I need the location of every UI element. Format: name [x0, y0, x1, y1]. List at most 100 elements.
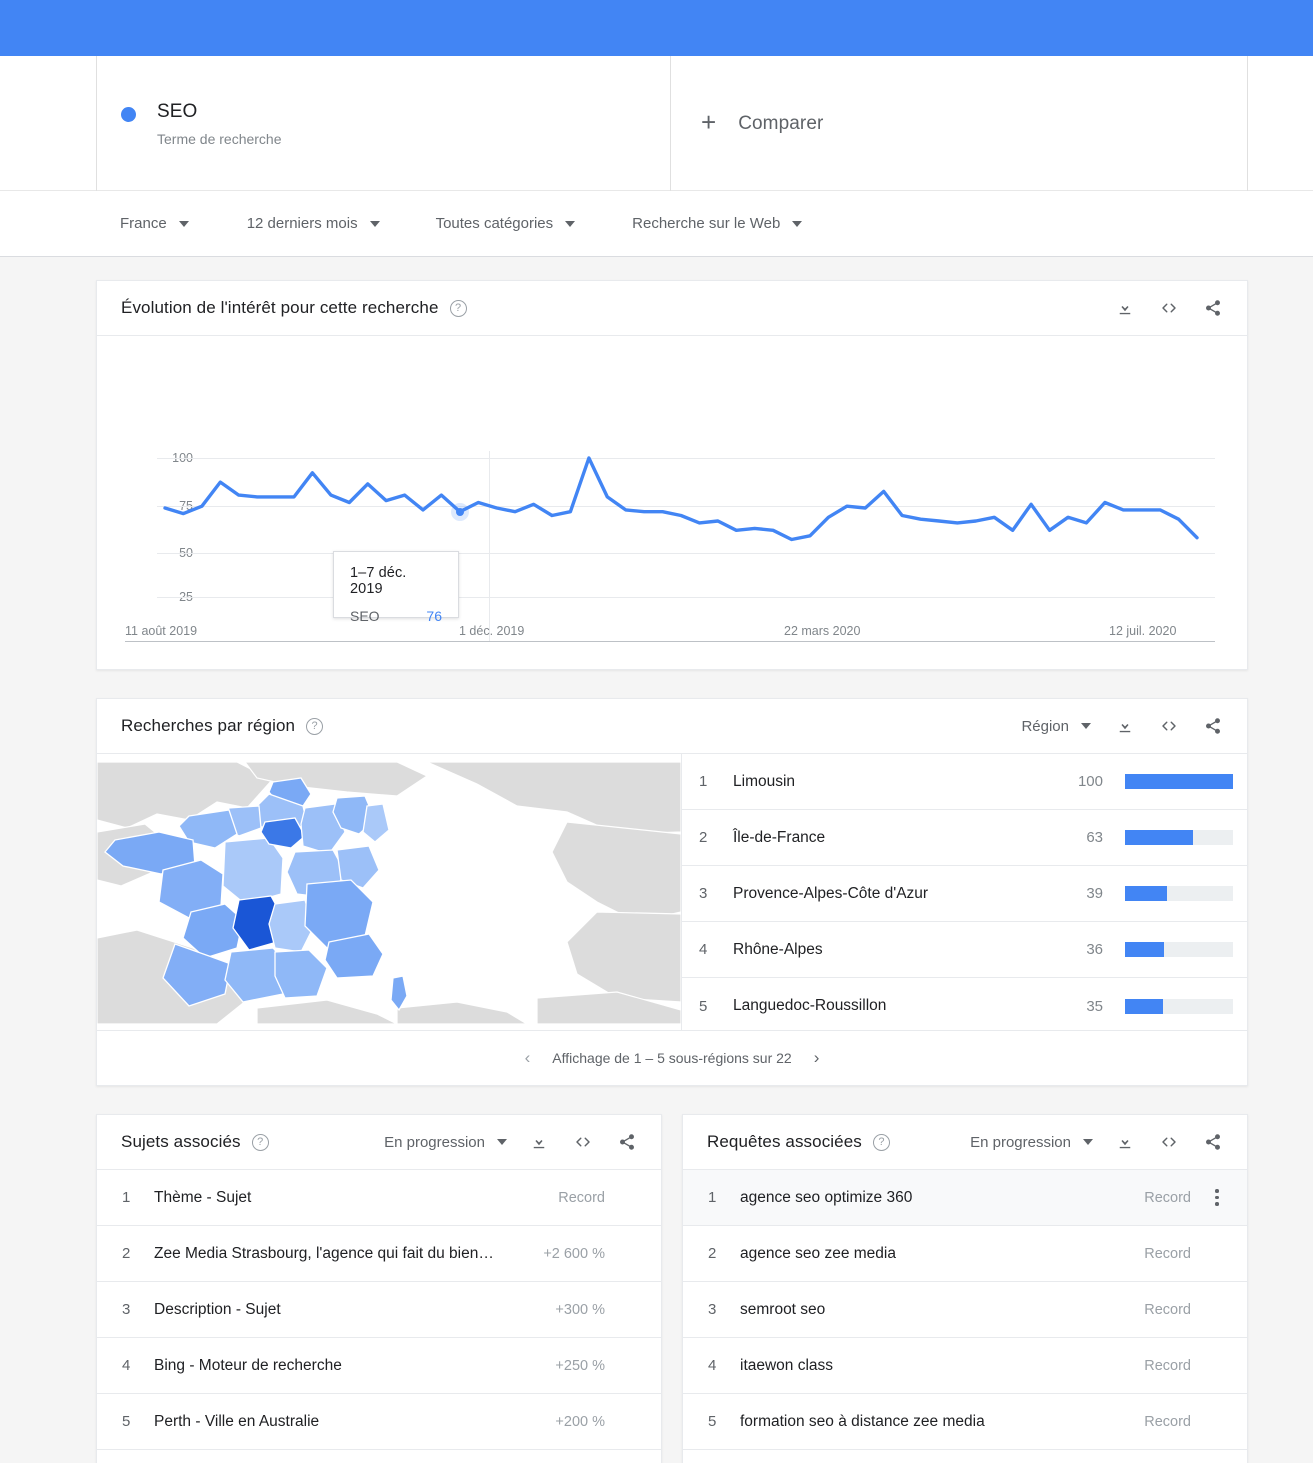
interest-card-title: Évolution de l'intérêt pour cette recher…	[121, 298, 439, 317]
table-row[interactable]: 5 Languedoc-Roussillon 35	[682, 978, 1247, 1034]
topic-rank: 4	[122, 1357, 131, 1374]
list-item[interactable]: 3 Description - Sujet +300 %	[97, 1282, 661, 1338]
embed-icon[interactable]	[1159, 716, 1179, 736]
query-rank: 3	[708, 1301, 717, 1318]
more-options-icon[interactable]	[1207, 1189, 1227, 1206]
region-value: 63	[1086, 829, 1103, 846]
line-chart-plot[interactable]: 100 75 50 25 11 août 2019 1 déc. 2019 22…	[97, 336, 1247, 670]
topic-value: +250 %	[555, 1357, 605, 1374]
region-name: Languedoc-Roussillon	[733, 997, 887, 1014]
filter-category-label: Toutes catégories	[435, 215, 554, 232]
query-value: Record	[1144, 1301, 1191, 1318]
list-item[interactable]: 5 Perth - Ville en Australie +200 %	[97, 1394, 661, 1450]
filter-country[interactable]: France	[120, 215, 189, 232]
region-bar	[1125, 774, 1233, 789]
topics-sort-select[interactable]: En progression	[384, 1134, 507, 1151]
region-breakdown-select[interactable]: Région	[1021, 718, 1091, 735]
search-terms-row: SEO Terme de recherche + Comparer	[0, 56, 1313, 191]
filter-search-type[interactable]: Recherche sur le Web	[632, 215, 803, 232]
region-breakdown-label: Région	[1021, 717, 1069, 735]
more-options-icon	[621, 1189, 641, 1206]
region-bar	[1125, 830, 1233, 845]
topic-rank: 5	[122, 1413, 131, 1430]
chart-tooltip: 1–7 déc. 2019 SEO 76	[333, 551, 459, 624]
share-icon[interactable]	[1203, 298, 1223, 318]
chevron-down-icon	[1081, 723, 1091, 729]
download-icon[interactable]	[529, 1132, 549, 1152]
download-icon[interactable]	[1115, 716, 1135, 736]
share-icon[interactable]	[1203, 716, 1223, 736]
query-value: Record	[1144, 1245, 1191, 1262]
filter-bar: France 12 derniers mois Toutes catégorie…	[0, 191, 1313, 257]
x-tick-2: 22 mars 2020	[784, 624, 861, 638]
region-bar	[1125, 998, 1233, 1014]
topic-name: Bing - Moteur de recherche	[154, 1356, 342, 1374]
table-row[interactable]: 2 Île-de-France 63	[682, 810, 1247, 866]
share-icon[interactable]	[617, 1132, 637, 1152]
list-item[interactable]: 1 Thème - Sujet Record	[97, 1170, 661, 1226]
table-row[interactable]: 4 Rhône-Alpes 36	[682, 922, 1247, 978]
related-queries-card: Requêtes associées ? En progression 1 ag…	[682, 1114, 1248, 1463]
app-header-bar	[0, 0, 1313, 56]
tooltip-series-name: SEO	[350, 608, 380, 624]
region-rank: 1	[699, 773, 708, 790]
download-icon[interactable]	[1115, 298, 1135, 318]
list-item[interactable]: 3 semroot seo Record	[683, 1282, 1247, 1338]
topic-name: Zee Media Strasbourg, l'agence qui fait …	[154, 1244, 494, 1262]
compare-label: Comparer	[738, 112, 824, 134]
embed-icon[interactable]	[573, 1132, 593, 1152]
region-card-title: Recherches par région	[121, 716, 296, 735]
query-value: Record	[1144, 1189, 1191, 1206]
search-term-card[interactable]: SEO Terme de recherche	[96, 56, 671, 191]
help-icon[interactable]: ?	[306, 717, 324, 735]
interest-chart-body: 100 75 50 25 11 août 2019 1 déc. 2019 22…	[97, 336, 1247, 670]
google-trends-page: SEO Terme de recherche + Comparer France…	[0, 0, 1313, 1463]
list-item[interactable]: 4 Bing - Moteur de recherche +250 %	[97, 1338, 661, 1394]
plus-icon: +	[701, 107, 717, 137]
chevron-down-icon	[792, 220, 803, 227]
embed-icon[interactable]	[1159, 1132, 1179, 1152]
list-item[interactable]: 4 itaewon class Record	[683, 1338, 1247, 1394]
filter-category[interactable]: Toutes catégories	[436, 215, 576, 232]
filter-timerange[interactable]: 12 derniers mois	[247, 215, 380, 232]
prev-page-button[interactable]: ‹	[525, 1048, 531, 1068]
search-term-name: SEO	[157, 100, 198, 122]
embed-icon[interactable]	[1159, 298, 1179, 318]
add-comparison-button[interactable]: + Comparer	[671, 56, 1248, 191]
query-rank: 4	[708, 1357, 717, 1374]
list-item[interactable]: 2 agence seo zee media Record	[683, 1226, 1247, 1282]
france-choropleth-map[interactable]	[97, 754, 681, 1030]
list-item[interactable]: 1 agence seo optimize 360 Record	[683, 1170, 1247, 1226]
filter-timerange-label: 12 derniers mois	[246, 215, 358, 232]
region-rank: 4	[699, 941, 708, 958]
more-options-icon	[1207, 1245, 1227, 1262]
region-name: Île-de-France	[733, 828, 826, 846]
list-item[interactable]: 2 Zee Media Strasbourg, l'agence qui fai…	[97, 1226, 661, 1282]
query-rank: 1	[708, 1189, 717, 1206]
topic-value: Record	[558, 1189, 605, 1206]
region-pagination: ‹ Affichage de 1 – 5 sous-régions sur 22…	[97, 1030, 1247, 1085]
hover-data-point	[455, 507, 464, 516]
help-icon[interactable]: ?	[251, 1133, 269, 1151]
chevron-down-icon	[178, 220, 189, 227]
chevron-down-icon	[1083, 1139, 1093, 1145]
region-value: 35	[1086, 997, 1103, 1015]
query-name: agence seo zee media	[740, 1244, 896, 1262]
region-value: 39	[1086, 885, 1103, 902]
queries-sort-select[interactable]: En progression	[970, 1134, 1093, 1151]
help-icon[interactable]: ?	[872, 1133, 890, 1151]
table-row[interactable]: 3 Provence-Alpes-Côte d'Azur 39	[682, 866, 1247, 922]
list-item[interactable]: 5 formation seo à distance zee media Rec…	[683, 1394, 1247, 1450]
region-body: 1 Limousin 100 2 Île-de-France 63 3 Prov…	[97, 754, 1247, 1030]
table-row[interactable]: 1 Limousin 100	[682, 754, 1247, 810]
tooltip-date: 1–7 déc. 2019	[350, 565, 407, 597]
next-page-button[interactable]: ›	[814, 1048, 820, 1068]
download-icon[interactable]	[1115, 1132, 1135, 1152]
topics-card-title: Sujets associés	[121, 1132, 241, 1151]
topics-card-header: Sujets associés ? En progression	[97, 1115, 661, 1170]
share-icon[interactable]	[1203, 1132, 1223, 1152]
region-value: 36	[1086, 941, 1103, 958]
help-icon[interactable]: ?	[449, 299, 467, 317]
query-rank: 2	[708, 1245, 717, 1262]
queries-sort-label: En progression	[970, 1133, 1071, 1151]
